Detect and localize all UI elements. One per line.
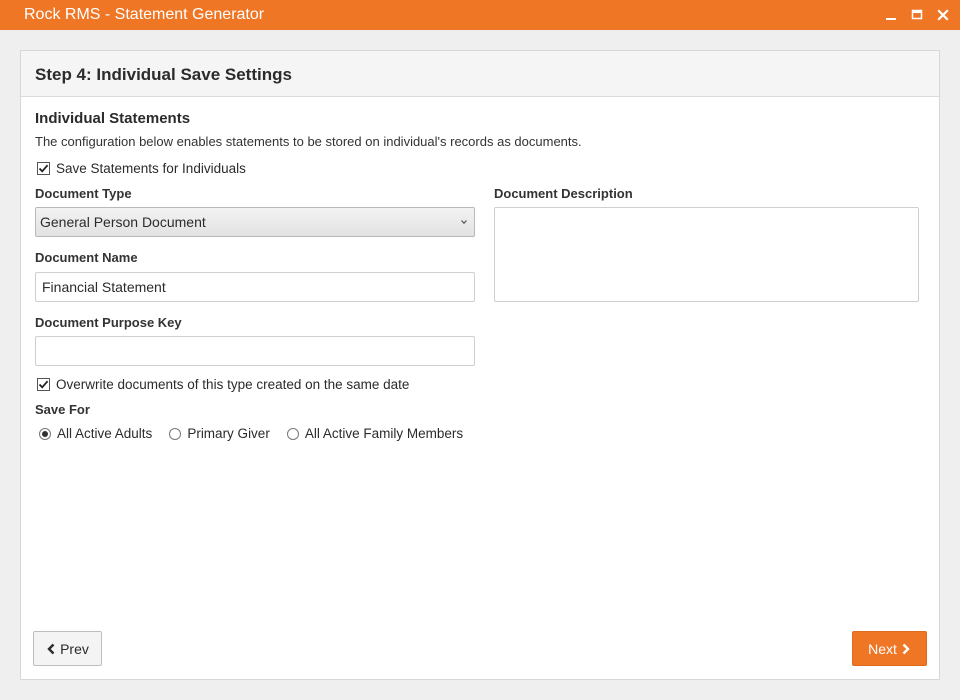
- chevron-right-icon: [902, 643, 910, 654]
- radio-all-active-family-members[interactable]: All Active Family Members: [286, 426, 464, 441]
- minimize-icon[interactable]: [882, 6, 900, 24]
- radio-label: All Active Family Members: [304, 426, 464, 441]
- section-title: Individual Statements: [35, 110, 191, 127]
- prev-button-label: Prev: [60, 640, 89, 657]
- document-type-label: Document Type: [35, 186, 132, 201]
- document-purpose-key-input[interactable]: [35, 336, 475, 366]
- window-titlebar: Rock RMS - Statement Generator: [0, 0, 960, 30]
- chevron-left-icon: [47, 643, 55, 654]
- save-statements-checkbox[interactable]: [37, 162, 50, 175]
- radio-label: All Active Adults: [57, 426, 153, 441]
- document-type-value: General Person Document: [40, 214, 206, 230]
- document-name-label: Document Name: [35, 250, 138, 265]
- save-for-label: Save For: [35, 402, 90, 417]
- panel-header: Step 4: Individual Save Settings: [21, 51, 939, 97]
- radio-button[interactable]: [286, 427, 299, 440]
- checkmark-icon: [38, 164, 49, 173]
- radio-button[interactable]: [169, 427, 182, 440]
- prev-button[interactable]: Prev: [33, 631, 102, 666]
- document-description-label: Document Description: [494, 186, 633, 201]
- document-purpose-key-label: Document Purpose Key: [35, 315, 182, 330]
- settings-panel: Step 4: Individual Save Settings Individ…: [20, 50, 940, 680]
- document-name-input[interactable]: Financial Statement: [35, 272, 475, 302]
- next-button[interactable]: Next: [852, 631, 927, 666]
- overwrite-row[interactable]: Overwrite documents of this type created…: [37, 377, 409, 392]
- close-icon[interactable]: [934, 6, 952, 24]
- next-button-label: Next: [868, 640, 897, 657]
- overwrite-checkbox[interactable]: [37, 378, 50, 391]
- maximize-icon[interactable]: [908, 6, 926, 24]
- save-statements-row[interactable]: Save Statements for Individuals: [37, 161, 246, 176]
- radio-all-active-adults[interactable]: All Active Adults: [39, 426, 152, 441]
- save-statements-label: Save Statements for Individuals: [56, 161, 246, 176]
- window-title: Rock RMS - Statement Generator: [24, 6, 265, 23]
- save-for-radio-group: All Active Adults Primary Giver All Acti…: [39, 426, 480, 441]
- chevron-down-icon: [461, 220, 467, 225]
- panel-title: Step 4: Individual Save Settings: [35, 65, 292, 84]
- section-description: The configuration below enables statemen…: [35, 134, 582, 149]
- document-type-select[interactable]: General Person Document: [35, 207, 475, 237]
- document-description-textarea[interactable]: [494, 207, 919, 302]
- radio-button[interactable]: [39, 427, 51, 440]
- radio-label: Primary Giver: [187, 426, 270, 441]
- window-controls: [882, 0, 952, 30]
- checkmark-icon: [38, 380, 49, 389]
- overwrite-label: Overwrite documents of this type created…: [56, 377, 410, 392]
- radio-primary-giver[interactable]: Primary Giver: [169, 426, 270, 441]
